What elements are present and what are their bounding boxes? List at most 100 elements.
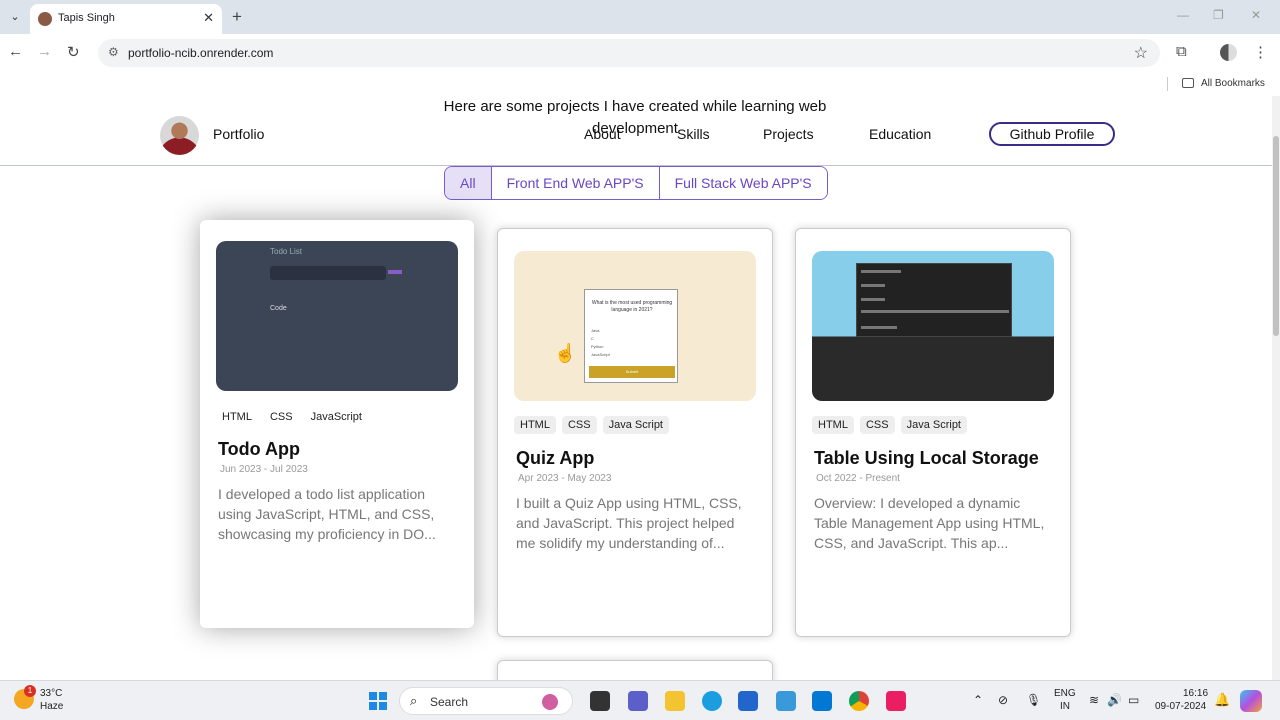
tag: HTML — [514, 416, 556, 434]
copilot-icon[interactable] — [1240, 690, 1262, 712]
reload-icon[interactable]: ↻ — [67, 43, 80, 61]
project-thumbnail: Todo List Code — [216, 241, 458, 391]
forward-icon[interactable]: → — [37, 43, 52, 60]
tag-list: HTML CSS Java Script — [812, 416, 967, 434]
project-title: Quiz App — [516, 448, 595, 468]
menu-icon[interactable]: ⋮ — [1253, 43, 1268, 61]
github-profile-button[interactable]: Github Profile — [989, 122, 1115, 146]
thumb-option: Java — [591, 328, 600, 333]
snipping-tool-icon[interactable] — [886, 691, 906, 711]
tag: CSS — [269, 411, 293, 423]
thumb-submit: Submit — [589, 366, 675, 378]
filter-front-end[interactable]: Front End Web APP'S — [491, 167, 660, 199]
weather-temperature[interactable]: 33°C — [40, 688, 62, 699]
thumb-input — [270, 266, 386, 280]
page-scrollbar[interactable] — [1272, 96, 1280, 680]
project-date: Oct 2022 - Present — [816, 473, 900, 484]
chrome-icon[interactable] — [849, 691, 869, 711]
filter-all[interactable]: All — [445, 167, 492, 199]
network-off-icon[interactable]: ⊘ — [998, 693, 1008, 707]
browser-tab-bar: ⌄ Tapis Singh ✕ + — ❐ ✕ — [0, 0, 1280, 34]
tab-title: Tapis Singh — [58, 12, 115, 24]
all-bookmarks-link[interactable]: All Bookmarks — [1201, 78, 1265, 89]
battery-icon[interactable]: ▭ — [1128, 693, 1139, 707]
thumb-line — [861, 310, 1009, 313]
thumb-option: Python — [591, 344, 604, 349]
thumb-quiz-box: What is the most used programming langua… — [584, 289, 678, 383]
teams-icon[interactable] — [628, 691, 648, 711]
page-viewport: Here are some projects I have created wh… — [0, 96, 1280, 680]
hand-cursor-icon: ☝ — [554, 343, 577, 363]
project-date: Apr 2023 - May 2023 — [518, 473, 612, 484]
url-text[interactable]: portfolio-ncib.onrender.com — [128, 46, 273, 60]
microphone-icon[interactable]: 🎙 — [1026, 693, 1041, 707]
thumb-option: JavaScript — [591, 352, 610, 357]
project-card-quiz[interactable]: What is the most used programming langua… — [497, 228, 773, 637]
search-icon: ⌕ — [410, 693, 418, 708]
filter-full-stack[interactable]: Full Stack Web APP'S — [659, 167, 827, 199]
project-thumbnail: What is the most used programming langua… — [514, 251, 756, 401]
address-bar[interactable]: ⚙ portfolio-ncib.onrender.com ☆ — [98, 39, 1160, 67]
file-explorer-icon[interactable] — [665, 691, 685, 711]
nav-link-about[interactable]: About — [584, 126, 621, 142]
profile-avatar[interactable] — [1220, 44, 1237, 61]
new-tab-icon[interactable]: + — [232, 7, 242, 27]
edge-icon[interactable] — [702, 691, 722, 711]
nav-link-education[interactable]: Education — [869, 126, 931, 142]
window-close-icon[interactable]: ✕ — [1251, 8, 1261, 22]
restore-icon[interactable]: ❐ — [1213, 8, 1224, 22]
site-info-icon[interactable]: ⚙ — [108, 45, 119, 59]
browser-tab[interactable]: Tapis Singh ✕ — [30, 4, 222, 34]
wifi-icon[interactable]: ≋ — [1089, 693, 1099, 707]
os-taskbar: 1 33°C Haze ⌕ Search ⌃ ⊘ 🎙 ENG IN ≋ 🔊 ▭ … — [0, 680, 1280, 720]
clock-date[interactable]: 09-07-2024 — [1155, 701, 1206, 712]
tray-chevron-icon[interactable]: ⌃ — [973, 693, 983, 707]
thumb-button — [388, 270, 402, 274]
thumb-line — [861, 326, 897, 329]
language-indicator[interactable]: ENG — [1054, 688, 1076, 699]
tab-close-icon[interactable]: ✕ — [203, 10, 214, 26]
notification-bell-icon[interactable]: 🔔 — [1214, 692, 1230, 708]
logo-avatar[interactable] — [160, 116, 199, 155]
logo-text[interactable]: Portfolio — [213, 126, 264, 142]
minimize-icon[interactable]: — — [1177, 8, 1189, 22]
thumb-heading: Todo List — [270, 247, 303, 256]
thumb-line — [861, 298, 885, 301]
search-highlight-icon — [542, 694, 558, 710]
tag-list: HTML CSS JavaScript — [216, 408, 368, 426]
site-navbar: Portfolio About Skills Projects Educatio… — [0, 114, 1272, 166]
thumb-line — [861, 284, 885, 287]
project-filter-group: All Front End Web APP'S Full Stack Web A… — [444, 166, 828, 200]
weather-badge: 1 — [24, 685, 36, 697]
tag: Java Script — [602, 416, 669, 434]
clock-time[interactable]: 16:16 — [1183, 688, 1208, 699]
tag: CSS — [859, 416, 895, 434]
notepad-icon[interactable] — [776, 691, 796, 711]
store-icon[interactable] — [738, 691, 758, 711]
nav-link-projects[interactable]: Projects — [763, 126, 814, 142]
weather-condition[interactable]: Haze — [40, 701, 63, 712]
region-indicator[interactable]: IN — [1060, 701, 1070, 712]
tab-favicon-icon — [38, 12, 52, 26]
tag: JavaScript — [310, 411, 362, 423]
nav-link-skills[interactable]: Skills — [677, 126, 710, 142]
back-icon[interactable]: ← — [8, 43, 23, 60]
start-windows-icon[interactable] — [369, 692, 387, 710]
tag: CSS — [561, 416, 597, 434]
browser-toolbar: ← → ↻ ⚙ portfolio-ncib.onrender.com ☆ ⧉ … — [0, 34, 1280, 72]
project-card-todo[interactable]: Todo List Code HTML CSS JavaScript Todo … — [200, 220, 474, 628]
volume-icon[interactable]: 🔊 — [1107, 693, 1122, 707]
project-description: I built a Quiz App using HTML, CSS, and … — [516, 495, 742, 551]
extensions-icon[interactable]: ⧉ — [1176, 43, 1187, 60]
taskbar-search[interactable]: ⌕ Search — [399, 687, 573, 715]
vscode-icon[interactable] — [812, 691, 832, 711]
tag: HTML — [812, 416, 854, 434]
scrollbar-thumb[interactable] — [1273, 136, 1279, 336]
bookmark-star-icon[interactable]: ☆ — [1134, 43, 1148, 63]
project-card-table[interactable]: HTML CSS Java Script Table Using Local S… — [795, 228, 1071, 637]
tag-list: HTML CSS Java Script — [514, 416, 669, 434]
task-view-icon[interactable] — [590, 691, 610, 711]
tab-search-icon[interactable]: ⌄ — [6, 8, 24, 26]
project-title: Table Using Local Storage — [814, 448, 1039, 468]
project-card-next[interactable] — [497, 660, 773, 680]
